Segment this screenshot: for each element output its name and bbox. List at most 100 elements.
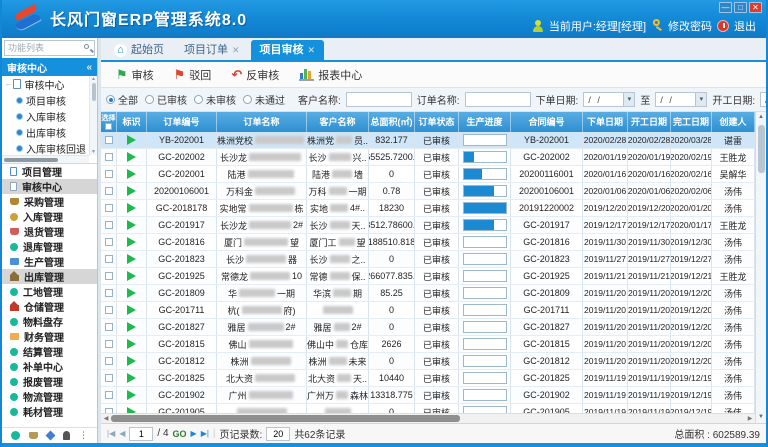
toolbar-button-flag-green[interactable]: ⚑审核 <box>107 65 163 85</box>
sidebar-item-consumables[interactable]: 耗材管理 <box>2 404 97 419</box>
tree-node-root[interactable]: –审核中心 <box>2 76 89 92</box>
tree-horizontal-scrollbar[interactable] <box>2 155 89 163</box>
table-row[interactable]: GC-2019050已审核GC-2019052019/11/192019/11/… <box>101 404 755 413</box>
row-checkbox[interactable] <box>105 323 113 331</box>
radio-option[interactable]: 未通过 <box>243 92 285 107</box>
start-date-field[interactable]: / / ▾ <box>760 92 766 107</box>
order-name-input[interactable] <box>465 92 531 107</box>
scroll-left-icon[interactable]: ◀ <box>101 415 111 422</box>
radio-option[interactable]: 全部 <box>106 92 138 107</box>
row-checkbox[interactable] <box>105 272 113 280</box>
table-row[interactable]: GC-201827雅居2#雅居2#0已审核GC-2018272019/11/20… <box>101 319 755 336</box>
row-checkbox[interactable] <box>105 153 113 161</box>
sidebar-item-project[interactable]: 项目管理 <box>2 164 97 179</box>
row-checkbox[interactable] <box>105 340 113 348</box>
edit-icon[interactable] <box>46 431 56 441</box>
sidebar-item-inventory[interactable]: 物料盘存 <box>2 314 97 329</box>
column-header-3[interactable]: 订单编号 <box>147 112 217 132</box>
sidebar-item-site[interactable]: 工地管理 <box>2 284 97 299</box>
row-checkbox[interactable] <box>105 306 113 314</box>
hscroll-thumb[interactable] <box>111 415 460 422</box>
sidebar-item-warehouse[interactable]: 仓储管理 <box>2 299 97 314</box>
column-header-11[interactable]: 开工日期 <box>628 112 671 132</box>
sidebar-item-finance[interactable]: 财务管理 <box>2 329 97 344</box>
sidebar-item-reorder[interactable]: 补单中心 <box>2 359 97 374</box>
table-row[interactable]: GC-201711杭(府)0已审核GC-2017112019/11/202019… <box>101 302 755 319</box>
logout-link[interactable]: 退出 <box>734 18 756 34</box>
tree-vertical-scrollbar[interactable]: ▲▼ <box>89 76 97 155</box>
close-tab-icon[interactable]: ✕ <box>308 40 316 60</box>
table-row[interactable]: GC-202001陆港陆港墙0已审核202001160012020/01/162… <box>101 166 755 183</box>
order-date-end-dropdown-icon[interactable]: ▾ <box>695 93 706 106</box>
row-checkbox[interactable] <box>105 221 113 229</box>
customer-name-input[interactable] <box>346 92 412 107</box>
toolbar-button-flag-red[interactable]: ⚑驳回 <box>165 65 221 85</box>
close-button[interactable]: ✕ <box>749 2 762 13</box>
page-number-input[interactable] <box>129 427 153 441</box>
radio-icon[interactable] <box>243 95 252 104</box>
user-icon[interactable] <box>63 431 70 440</box>
more-icon[interactable]: ⋮ <box>79 431 88 440</box>
tree-node[interactable]: 出库审核 <box>2 124 89 140</box>
column-header-9[interactable]: 合同编号 <box>511 112 583 132</box>
column-header-5[interactable]: 客户名称 <box>307 112 369 132</box>
sidebar-item-returns[interactable]: 退货管理 <box>2 224 97 239</box>
column-header-10[interactable]: 下单日期 <box>583 112 628 132</box>
grid-horizontal-scrollbar[interactable]: ◀ ▶ <box>101 413 755 423</box>
order-date-dropdown-icon[interactable]: ▾ <box>623 93 634 106</box>
cart-icon[interactable] <box>29 432 38 439</box>
row-checkbox[interactable] <box>105 170 113 178</box>
close-tab-icon[interactable]: ✕ <box>232 40 240 60</box>
column-header-1[interactable]: 选择 <box>101 112 117 132</box>
row-checkbox[interactable] <box>105 357 113 365</box>
row-checkbox[interactable] <box>105 238 113 246</box>
next-page-button[interactable]: ▶ <box>191 429 197 438</box>
row-checkbox[interactable] <box>105 255 113 263</box>
page-size-input[interactable] <box>266 427 290 441</box>
table-row[interactable]: GC-201809华一期华滨期85.25已审核GC-2018092019/11/… <box>101 285 755 302</box>
sidebar-item-inbound[interactable]: 入库管理 <box>2 209 97 224</box>
tree-node[interactable]: 入库审核 <box>2 108 89 124</box>
table-row[interactable]: GC-201917长沙龙2#长沙天..8512.78600..已审核GC-201… <box>101 217 755 234</box>
vscroll-thumb[interactable] <box>758 125 765 173</box>
column-header-8[interactable]: 生产进度 <box>459 112 511 132</box>
sidebar-item-scrap[interactable]: 报废管理 <box>2 374 97 389</box>
tab-2[interactable]: 项目订单✕ <box>175 40 249 60</box>
table-row[interactable]: GC-202002长沙龙长沙兴..65525.7200..已审核GC-20200… <box>101 149 755 166</box>
row-checkbox[interactable] <box>105 136 113 144</box>
select-all-checkbox[interactable] <box>105 123 112 130</box>
table-row[interactable]: GC-2018178实地常栋实地4#..18230已审核201912200022… <box>101 200 755 217</box>
table-row[interactable]: GC-201823长沙器长沙之..0已审核GC-2018232019/11/27… <box>101 251 755 268</box>
tree-node[interactable]: 入库审核回退 <box>2 140 89 155</box>
column-header-7[interactable]: 订单状态 <box>415 112 459 132</box>
tree-node[interactable]: 项目审核 <box>2 92 89 108</box>
table-row[interactable]: 20200106001万科金万科一期0.78已审核202001060012020… <box>101 183 755 200</box>
function-search-input[interactable] <box>5 43 83 53</box>
sidebar-item-settlement[interactable]: 结算管理 <box>2 344 97 359</box>
column-header-13[interactable]: 创建人 <box>712 112 755 132</box>
last-page-button[interactable]: ▶| <box>201 429 209 438</box>
radio-option[interactable]: 未审核 <box>194 92 236 107</box>
radio-icon[interactable] <box>145 95 154 104</box>
table-row[interactable]: GC-201816厦门望厦门工望188510.818已审核GC-20181620… <box>101 234 755 251</box>
order-date-end-field[interactable]: / / ▾ <box>655 92 707 107</box>
table-row[interactable]: GC-201815佛山佛山中仓库2626已审核GC-2018152019/11/… <box>101 336 755 353</box>
first-page-button[interactable]: |◀ <box>107 429 115 438</box>
toolbar-button-undo[interactable]: ↶反审核 <box>222 65 288 85</box>
table-row[interactable]: YB-202001株洲党校株洲党员..832.177已审核YB-20200120… <box>101 132 755 149</box>
row-checkbox[interactable] <box>105 374 113 382</box>
scroll-right-icon[interactable]: ▶ <box>745 415 755 422</box>
column-header-12[interactable]: 完工日期 <box>671 112 712 132</box>
sidebar-item-logistics[interactable]: 物流管理 <box>2 389 97 404</box>
scroll-up-icon[interactable]: ▲ <box>758 112 764 123</box>
row-checkbox[interactable] <box>105 187 113 195</box>
radio-icon[interactable] <box>194 95 203 104</box>
scroll-down-icon[interactable]: ▼ <box>758 412 764 423</box>
sidebar-item-production[interactable]: 生产管理 <box>2 254 97 269</box>
column-header-6[interactable]: 总面积(㎡) <box>369 112 415 132</box>
row-checkbox[interactable] <box>105 391 113 399</box>
table-row[interactable]: GC-201925常德龙10常德保..266077.835..已审核GC-201… <box>101 268 755 285</box>
order-date-field[interactable]: / / ▾ <box>583 92 635 107</box>
row-checkbox[interactable] <box>105 204 113 212</box>
change-password-link[interactable]: 修改密码 <box>668 18 712 34</box>
